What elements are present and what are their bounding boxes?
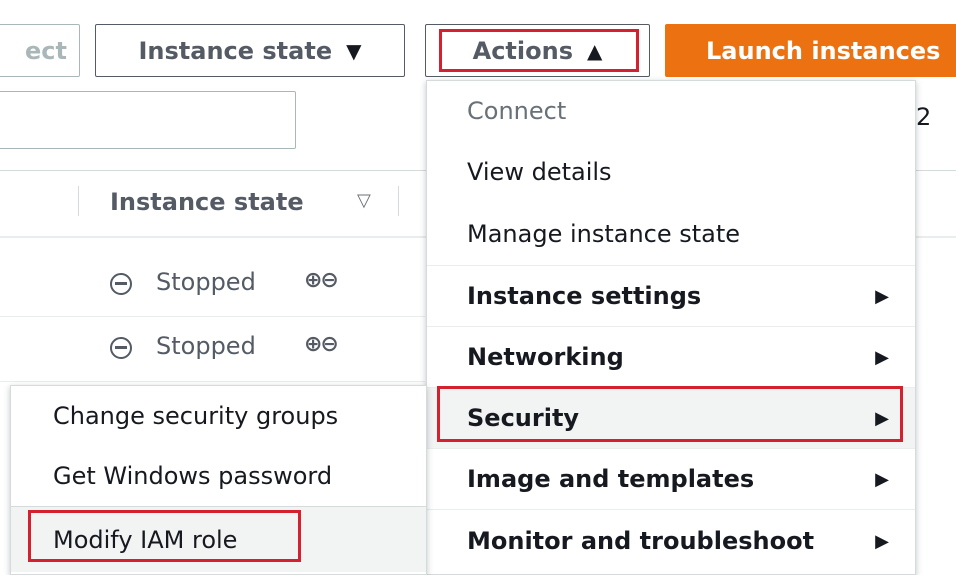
menu-item-view-details[interactable]: View details (427, 141, 915, 203)
submenu-arrow-icon: ▶ (875, 285, 889, 307)
launch-instances-button[interactable]: Launch instances (665, 24, 956, 77)
column-separator (398, 186, 399, 216)
actions-button-label: Actions (472, 36, 573, 65)
pagination-page-number[interactable]: 2 (916, 103, 931, 131)
submenu-arrow-icon: ▶ (875, 530, 889, 552)
submenu-item-get-windows-password[interactable]: Get Windows password (11, 446, 426, 506)
connect-button-label: ect (25, 36, 67, 65)
sort-caret-icon[interactable]: ▽ (357, 190, 371, 211)
column-separator (78, 186, 79, 216)
submenu-arrow-icon: ▶ (875, 407, 889, 429)
menu-item-networking[interactable]: Networking ▶ (427, 327, 915, 387)
actions-menu: Connect View details Manage instance sta… (426, 80, 916, 575)
instance-state-value: Stopped (156, 268, 256, 296)
table-row[interactable]: Stopped ⊕⊖ (0, 252, 425, 316)
menu-item-image-and-templates[interactable]: Image and templates ▶ (427, 449, 915, 509)
zoom-filter-icon[interactable]: ⊕⊖ (304, 332, 339, 357)
submenu-arrow-icon: ▶ (875, 468, 889, 490)
launch-instances-button-label: Launch instances (706, 36, 941, 65)
caret-down-icon: ▼ (346, 38, 362, 63)
menu-item-monitor-and-troubleshoot[interactable]: Monitor and troubleshoot ▶ (427, 510, 915, 572)
menu-item-manage-instance-state[interactable]: Manage instance state (427, 203, 915, 265)
actions-button[interactable]: Actions ▲ (425, 24, 650, 77)
submenu-item-change-security-groups[interactable]: Change security groups (11, 386, 426, 446)
instance-state-button-label: Instance state (138, 36, 333, 65)
table-row[interactable]: Stopped ⊕⊖ (0, 317, 425, 381)
caret-up-icon: ▲ (586, 38, 603, 63)
submenu-arrow-icon: ▶ (875, 346, 889, 368)
instance-state-button[interactable]: Instance state ▼ (95, 24, 405, 77)
row-divider (0, 381, 425, 382)
stopped-icon (110, 337, 132, 359)
search-input[interactable] (0, 91, 296, 149)
menu-item-security[interactable]: Security ▶ (427, 388, 915, 448)
submenu-item-modify-iam-role[interactable]: Modify IAM role (11, 506, 426, 572)
security-submenu: Change security groups Get Windows passw… (10, 385, 427, 575)
connect-button[interactable]: ect (0, 24, 80, 77)
menu-item-connect[interactable]: Connect (427, 81, 915, 141)
column-header-instance-state[interactable]: Instance state (110, 188, 304, 216)
instance-state-value: Stopped (156, 332, 256, 360)
zoom-filter-icon[interactable]: ⊕⊖ (304, 268, 339, 293)
menu-item-instance-settings[interactable]: Instance settings ▶ (427, 266, 915, 326)
stopped-icon (110, 273, 132, 295)
